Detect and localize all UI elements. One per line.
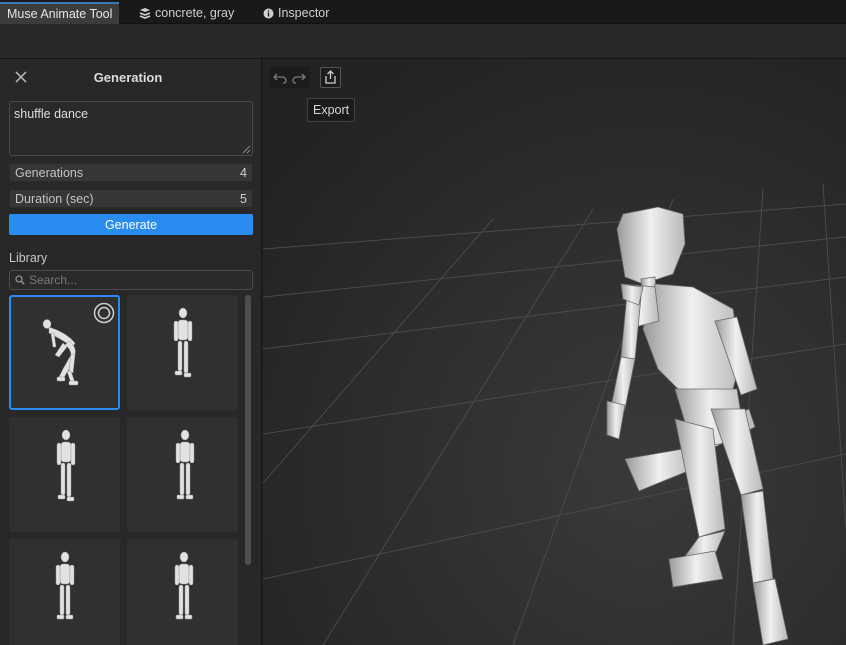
tab-label: concrete, gray: [155, 6, 235, 20]
stand-pose-figure: [175, 429, 195, 500]
export-tooltip: Export: [307, 98, 356, 122]
generations-value[interactable]: 4: [240, 166, 247, 180]
duration-field[interactable]: Duration (sec) 5: [9, 189, 253, 208]
prompt-input[interactable]: [9, 101, 253, 156]
redo-icon[interactable]: [291, 70, 307, 86]
generations-field[interactable]: Generations 4: [9, 163, 253, 182]
library-thumbnail-5[interactable]: [9, 539, 120, 645]
generations-label: Generations: [15, 165, 84, 180]
tab-label: Inspector: [278, 6, 330, 20]
info-icon: [263, 8, 274, 18]
stand-pose-figure: [56, 429, 76, 502]
library-label: Library: [9, 251, 48, 265]
tab-muse-animate-tool[interactable]: Muse Animate Tool: [0, 2, 120, 24]
tab-bar: Muse Animate Tool concrete, gray Inspect…: [0, 0, 846, 24]
library-thumbnail-2[interactable]: [127, 295, 238, 410]
undo-icon[interactable]: [272, 70, 288, 86]
stand-pose-figure: [173, 307, 193, 378]
library-thumbnail-1[interactable]: [9, 295, 120, 410]
export-icon: [325, 70, 336, 84]
selected-target-icon: [93, 302, 115, 324]
generation-panel: Generation Generations 4 Duration (sec) …: [0, 59, 262, 645]
search-icon: [15, 275, 25, 285]
stand-pose-figure: [55, 551, 75, 620]
library-thumbnail-6[interactable]: [127, 539, 238, 645]
duration-value[interactable]: 5: [240, 192, 247, 206]
material-icon: [139, 8, 151, 19]
duration-label: Duration (sec): [15, 191, 94, 206]
library-search[interactable]: [9, 270, 253, 290]
library-scrollbar[interactable]: [245, 295, 251, 565]
export-button[interactable]: [320, 67, 341, 88]
resize-grip-icon[interactable]: [241, 144, 251, 154]
library-thumbnail-4[interactable]: [127, 417, 238, 532]
panel-title: Generation: [93, 70, 163, 85]
undo-redo-group: [269, 67, 310, 88]
character-model: [606, 206, 789, 645]
tab-concrete-gray[interactable]: concrete, gray: [132, 2, 241, 24]
stand-pose-figure: [174, 551, 194, 620]
generate-button[interactable]: Generate: [9, 214, 253, 235]
tab-inspector[interactable]: Inspector: [256, 2, 336, 24]
tab-label: Muse Animate Tool: [7, 7, 113, 21]
toolbar-strip: [0, 24, 846, 59]
library-thumbnail-3[interactable]: [9, 417, 120, 532]
scene-viewport[interactable]: Export: [263, 59, 846, 645]
search-input[interactable]: [29, 273, 239, 287]
